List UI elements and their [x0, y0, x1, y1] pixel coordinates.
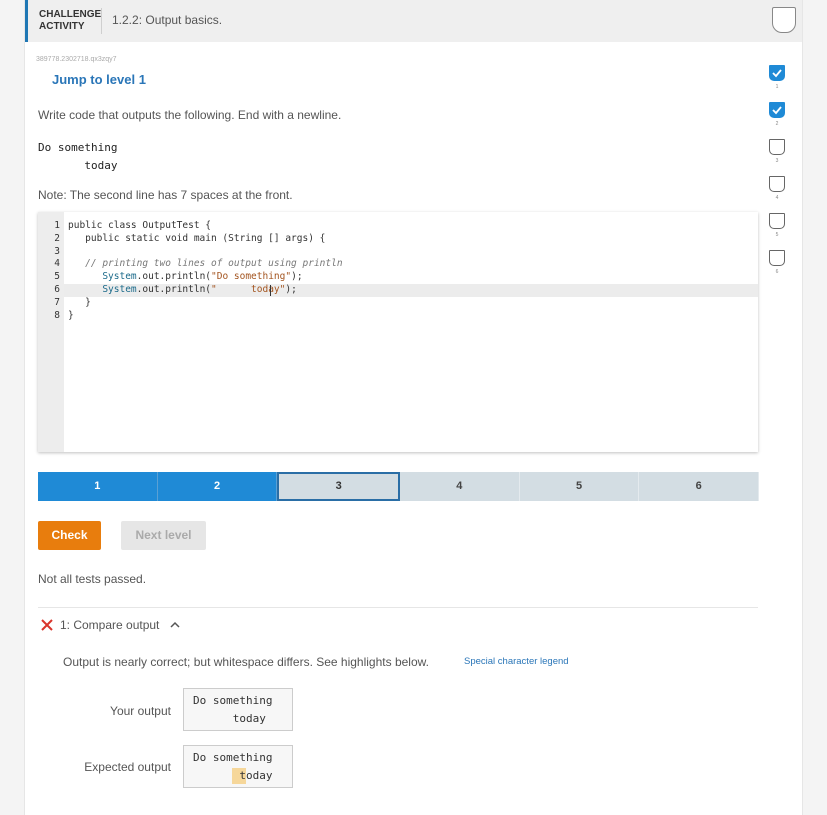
level-number: 2 — [775, 121, 779, 127]
line-number: 3 — [54, 245, 60, 257]
line-number: 8 — [54, 309, 60, 321]
code-line[interactable]: 1 public class OutputTest { — [38, 220, 758, 233]
code-editor[interactable]: 1 public class OutputTest {2 public stati… — [38, 212, 758, 452]
line-code[interactable]: public static void main (String [] args)… — [68, 233, 325, 246]
level-tab-4[interactable]: 4 — [400, 472, 520, 501]
chevron-up-icon[interactable] — [170, 620, 180, 630]
x-icon — [41, 619, 53, 631]
code-line[interactable]: 2 public static void main (String [] arg… — [38, 233, 758, 246]
code-line[interactable]: 5 System.out.println("Do something"); — [38, 271, 758, 284]
level-incomplete-icon — [769, 213, 785, 229]
line-number: 5 — [54, 271, 60, 283]
line-code[interactable]: public class OutputTest { — [68, 220, 211, 233]
level-number: 4 — [775, 195, 779, 201]
level-number: 3 — [775, 158, 779, 164]
code-line[interactable]: 3 — [38, 246, 758, 259]
special-character-legend-link[interactable]: Special character legend — [464, 656, 569, 667]
level-incomplete-icon — [769, 139, 785, 155]
check-button[interactable]: Check — [38, 521, 101, 550]
test-status: Not all tests passed. — [38, 572, 147, 586]
compare-output-toggle[interactable]: 1: Compare output — [60, 618, 159, 632]
line-code[interactable]: System.out.println(" today"); — [68, 284, 297, 297]
line-code[interactable]: } — [68, 310, 74, 323]
activity-type-label: CHALLENGE ACTIVITY — [39, 9, 102, 32]
level-progress-indicators: 1 2 3 4 5 6 — [760, 0, 800, 300]
code-line[interactable]: 4 // printing two lines of output using … — [38, 258, 758, 271]
code-lines[interactable]: 1 public class OutputTest {2 public stati… — [38, 220, 758, 322]
line-code[interactable]: } — [68, 297, 91, 310]
checkmark-icon — [769, 65, 785, 81]
code-line[interactable]: 8} — [38, 310, 758, 323]
level-incomplete-icon — [769, 176, 785, 192]
level-tab-5[interactable]: 5 — [519, 472, 640, 501]
line-number: 1 — [54, 220, 60, 231]
next-level-button[interactable]: Next level — [121, 521, 206, 550]
level-number: 5 — [775, 232, 779, 238]
activity-id: 389778.2302718.qx3zqy7 — [36, 56, 117, 63]
level-number: 1 — [775, 84, 779, 90]
level-tab-1[interactable]: 1 — [38, 472, 158, 501]
activity-title: 1.2.2: Output basics. — [112, 13, 223, 27]
your-output-box: Do something today — [183, 688, 293, 731]
activity-header: CHALLENGE ACTIVITY 1.2.2: Output basics. — [25, 0, 802, 42]
level-tabs: 123456 — [38, 472, 760, 501]
expected-output-label: Expected output — [84, 760, 171, 774]
code-line[interactable]: 7 } — [38, 297, 758, 310]
line-code[interactable]: System.out.println("Do something"); — [68, 271, 302, 284]
your-output-label: Your output — [110, 704, 171, 718]
note-text: Note: The second line has 7 spaces at th… — [38, 188, 293, 202]
line-number: 2 — [54, 232, 60, 244]
level-number: 6 — [775, 269, 779, 275]
line-number: 4 — [54, 258, 60, 270]
challenge-card: CHALLENGE ACTIVITY 1.2.2: Output basics.… — [24, 0, 803, 815]
level-tab-6[interactable]: 6 — [639, 472, 760, 501]
level-tab-2[interactable]: 2 — [157, 472, 278, 501]
header-divider — [101, 8, 102, 34]
text-cursor — [270, 284, 271, 296]
code-line[interactable]: 6 System.out.println(" today"); — [38, 284, 758, 297]
level-tab-3[interactable]: 3 — [277, 472, 401, 501]
sample-output: Do something today — [38, 141, 118, 172]
compare-message: Output is nearly correct; but whitespace… — [63, 655, 429, 669]
checkmark-icon — [769, 102, 785, 118]
line-code[interactable]: // printing two lines of output using pr… — [68, 258, 342, 271]
expected-output-box: Do something today — [183, 745, 293, 788]
instruction-text: Write code that outputs the following. E… — [38, 108, 342, 122]
line-number: 6 — [54, 283, 60, 295]
jump-to-level-link[interactable]: Jump to level 1 — [52, 72, 146, 87]
level-incomplete-icon — [769, 250, 785, 266]
line-number: 7 — [54, 296, 60, 308]
divider — [38, 607, 758, 608]
